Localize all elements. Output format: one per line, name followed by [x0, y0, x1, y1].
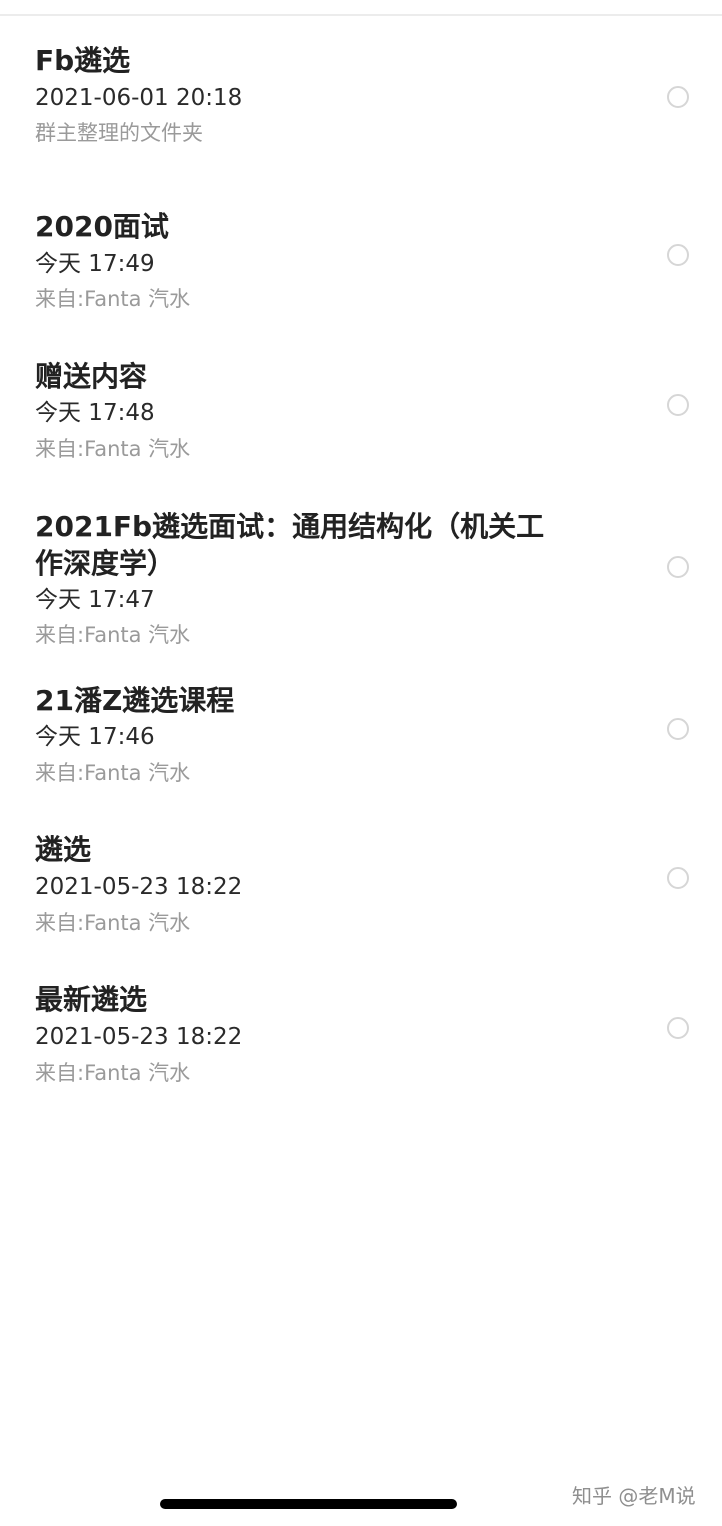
select-radio[interactable] — [667, 718, 689, 740]
item-date: 今天 17:46 — [35, 724, 155, 750]
select-radio[interactable] — [667, 867, 689, 889]
item-source: 来自:Fanta 汽水 — [35, 911, 191, 935]
item-title: 最新遴选 — [35, 983, 148, 1016]
watermark: 知乎 @老M说 — [572, 1484, 696, 1508]
item-title: Fb遴选 — [35, 44, 131, 77]
item-date: 2021-05-23 18:22 — [35, 874, 243, 900]
item-title: 2020面试 — [35, 210, 169, 243]
select-radio[interactable] — [667, 556, 689, 578]
item-date: 今天 17:49 — [35, 251, 155, 277]
item-date: 今天 17:48 — [35, 400, 155, 426]
item-source: 来自:Fanta 汽水 — [35, 761, 191, 785]
home-indicator[interactable] — [160, 1499, 457, 1509]
item-title: 遴选 — [35, 833, 92, 866]
item-source: 来自:Fanta 汽水 — [35, 1061, 191, 1085]
item-date: 2021-06-01 20:18 — [35, 85, 243, 111]
select-radio[interactable] — [667, 1017, 689, 1039]
item-date: 2021-05-23 18:22 — [35, 1024, 243, 1050]
item-date: 今天 17:47 — [35, 587, 155, 613]
select-radio[interactable] — [667, 244, 689, 266]
top-divider — [0, 14, 722, 16]
item-title: 赠送内容 — [35, 360, 148, 393]
item-source: 来自:Fanta 汽水 — [35, 287, 191, 311]
item-source: 来自:Fanta 汽水 — [35, 437, 191, 461]
item-source: 群主整理的文件夹 — [35, 121, 203, 145]
select-radio[interactable] — [667, 394, 689, 416]
item-source: 来自:Fanta 汽水 — [35, 623, 191, 647]
item-title: 2021Fb遴选面试：通用结构化（机关工作深度学） — [35, 510, 545, 580]
select-radio[interactable] — [667, 86, 689, 108]
item-title: 21潘Z遴选课程 — [35, 684, 235, 717]
